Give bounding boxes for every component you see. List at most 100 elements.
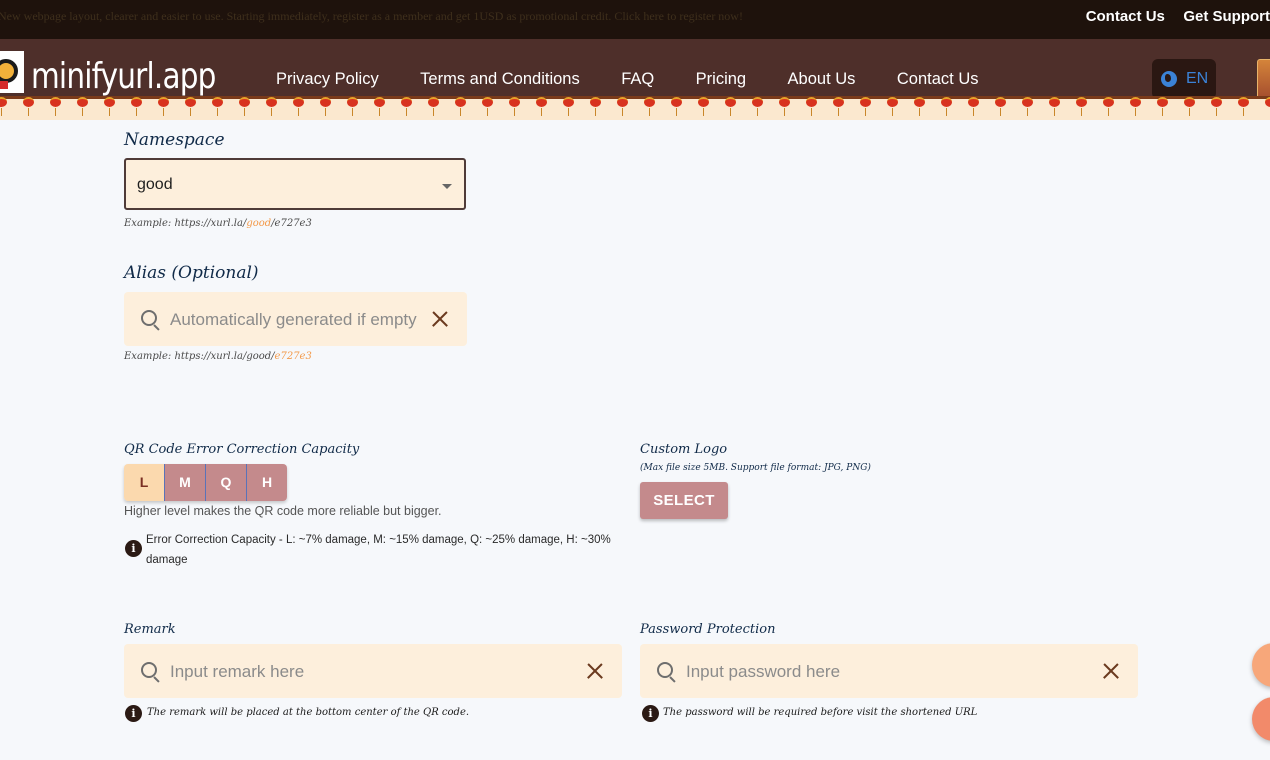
password-field [640, 644, 1138, 698]
lantern-decoration-item [914, 97, 925, 116]
password-note: The password will be required before vis… [663, 707, 978, 718]
ecc-option-q[interactable]: Q [206, 464, 247, 501]
remark-label: Remark [124, 622, 176, 637]
lantern-decoration-item [995, 97, 1006, 116]
alias-label: Alias (Optional) [124, 263, 259, 283]
password-input[interactable] [684, 659, 1088, 685]
language-code: EN [1186, 70, 1209, 87]
announcement-marquee[interactable]: New webpage layout, clearer and easier t… [0, 9, 743, 24]
lantern-decoration-item [293, 97, 304, 116]
lantern-decoration-item [266, 97, 277, 116]
nav-links: Privacy Policy Terms and Conditions FAQ … [276, 70, 1016, 89]
lantern-decoration-item [1211, 97, 1222, 116]
lantern-decoration-item [482, 97, 493, 116]
lantern-decoration-item [1238, 97, 1249, 116]
lantern-decoration-item [1022, 97, 1033, 116]
lantern-decoration-item [887, 97, 898, 116]
namespace-label: Namespace [124, 130, 225, 150]
lantern-decoration-item [725, 97, 736, 116]
info-icon: i [125, 540, 142, 557]
ecc-option-l[interactable]: L [124, 464, 165, 501]
lantern-decoration-item [509, 97, 520, 116]
remark-note: The remark will be placed at the bottom … [147, 707, 470, 718]
nav-link-faq[interactable]: FAQ [621, 70, 654, 89]
lantern-decoration-item [374, 97, 385, 116]
language-button[interactable]: EN [1152, 59, 1216, 99]
lantern-decoration-item [104, 97, 115, 116]
lantern-decoration-item [50, 97, 61, 116]
namespace-value: good [137, 176, 173, 193]
info-icon: i [642, 705, 659, 722]
lantern-decoration [0, 96, 1270, 120]
floating-chat-button[interactable] [1252, 643, 1270, 687]
lantern-decoration-item [968, 97, 979, 116]
lantern-decoration-item [347, 97, 358, 116]
alias-input[interactable] [168, 307, 427, 333]
lantern-decoration-item [698, 97, 709, 116]
nav-link-contact-us[interactable]: Contact Us [897, 70, 979, 89]
logo-text[interactable]: minifyurl.app [31, 54, 216, 100]
lantern-decoration-item [77, 97, 88, 116]
lantern-decoration-item [158, 97, 169, 116]
nav-link-pricing[interactable]: Pricing [696, 70, 746, 89]
lantern-decoration-item [617, 97, 628, 116]
namespace-select[interactable]: good [124, 158, 466, 210]
lantern-decoration-item [1265, 97, 1270, 107]
lantern-decoration-item [1103, 97, 1114, 116]
top-bar: New webpage layout, clearer and easier t… [0, 0, 1270, 39]
lantern-decoration-item [671, 97, 682, 116]
lantern-decoration-item [131, 97, 142, 116]
lantern-decoration-item [455, 97, 466, 116]
top-link-get-support[interactable]: Get Support [1183, 8, 1270, 25]
password-label: Password Protection [640, 622, 776, 637]
lantern-decoration-item [644, 97, 655, 116]
lantern-decoration-item [1130, 97, 1141, 116]
top-links: Contact Us Get Support [1072, 8, 1270, 26]
lantern-decoration-item [0, 97, 7, 116]
ecc-option-h[interactable]: H [247, 464, 287, 501]
floating-action-button[interactable] [1252, 697, 1270, 741]
top-link-contact-us[interactable]: Contact Us [1086, 8, 1165, 25]
alias-field [124, 292, 467, 346]
ecc-help-text: Higher level makes the QR code more reli… [124, 504, 442, 518]
lantern-decoration-item [860, 97, 871, 116]
lantern-decoration-item [1076, 97, 1087, 116]
close-icon[interactable] [427, 306, 453, 332]
search-icon [141, 310, 157, 326]
custom-logo-note: (Max file size 5MB. Support file format:… [640, 463, 871, 473]
lantern-decoration-item [1049, 97, 1060, 116]
alias-example: Example: https://xurl.la/good/e727e3 [124, 351, 312, 362]
lantern-decoration-item [941, 97, 952, 116]
nav-link-terms[interactable]: Terms and Conditions [420, 70, 580, 89]
lantern-decoration-item [185, 97, 196, 116]
ecc-toggle-group: L M Q H [124, 464, 287, 501]
lantern-decoration-item [779, 97, 790, 116]
close-icon[interactable] [1098, 658, 1124, 684]
remark-input[interactable] [168, 659, 572, 685]
chevron-down-icon [442, 184, 452, 189]
remark-field [124, 644, 622, 698]
logo-icon[interactable] [0, 51, 24, 93]
lantern-decoration-item [752, 97, 763, 116]
custom-logo-label: Custom Logo [640, 442, 728, 457]
select-logo-button[interactable]: SELECT [640, 482, 728, 519]
globe-icon [1161, 71, 1177, 87]
search-icon [657, 662, 673, 678]
main-navbar: minifyurl.app Privacy Policy Terms and C… [0, 39, 1270, 103]
lantern-decoration-item [536, 97, 547, 116]
search-icon [141, 662, 157, 678]
info-icon: i [125, 705, 142, 722]
close-icon[interactable] [582, 658, 608, 684]
lantern-decoration-item [212, 97, 223, 116]
lantern-decoration-item [239, 97, 250, 116]
ecc-label: QR Code Error Correction Capacity [124, 442, 360, 457]
lantern-decoration-item [1157, 97, 1168, 116]
nav-link-about-us[interactable]: About Us [788, 70, 856, 89]
lantern-decoration-item [401, 97, 412, 116]
lantern-decoration-item [320, 97, 331, 116]
lantern-decoration-item [806, 97, 817, 116]
namespace-example: Example: https://xurl.la/good/e727e3 [124, 218, 312, 229]
lantern-decoration-item [428, 97, 439, 116]
nav-link-privacy-policy[interactable]: Privacy Policy [276, 70, 379, 89]
ecc-option-m[interactable]: M [165, 464, 206, 501]
